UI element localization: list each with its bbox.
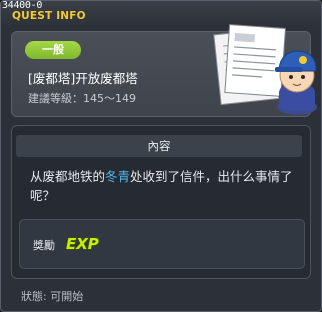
exp-text: EXP bbox=[66, 235, 99, 253]
window-title: QUEST INFO bbox=[12, 10, 86, 22]
quest-description: 从废都地铁的冬青处收到了信件，出什么事情了呢？ bbox=[30, 167, 310, 205]
description-part-1: 从废都地铁的 bbox=[30, 169, 106, 184]
recommended-level: 建議等級：145～149 bbox=[28, 90, 136, 106]
quest-name: [废都塔]开放废都塔 bbox=[28, 71, 138, 86]
reward-box bbox=[19, 219, 305, 269]
level-label: 建議等級 bbox=[28, 92, 72, 105]
category-badge: 一般 bbox=[25, 41, 81, 59]
content-section-title: 內容 bbox=[16, 135, 302, 157]
exp-icon: EXP bbox=[65, 234, 99, 253]
npc-name: 冬青 bbox=[105, 169, 131, 184]
quest-letter-illustration bbox=[213, 24, 317, 115]
quest-info-window: 34400-0 QUEST INFO 一般 [废都塔]开放废都塔 建議等級：14… bbox=[0, 0, 322, 312]
level-range: 145～149 bbox=[83, 92, 136, 105]
level-separator: ： bbox=[72, 92, 83, 105]
reward-label: 獎勵 bbox=[33, 239, 55, 252]
quest-status: 狀態: 可開始 bbox=[21, 290, 84, 303]
